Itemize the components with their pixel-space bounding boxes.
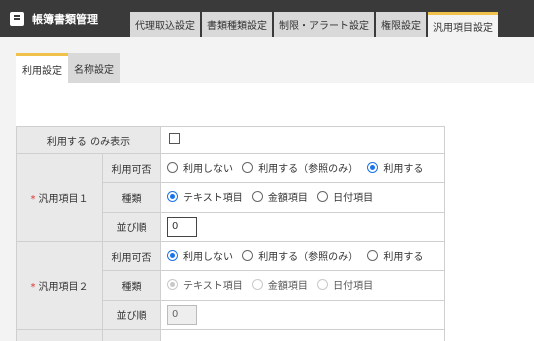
radio-icon [367,250,379,262]
book-icon [10,11,24,26]
tab-general-fields[interactable]: 汎用項目設定 [428,12,498,37]
radio-icon [242,162,254,174]
radio-icon [317,279,329,291]
item-2-usage-none[interactable]: 利用しない [167,248,233,263]
table-cell [160,329,445,341]
radio-icon [167,279,178,291]
radio-icon [167,162,178,174]
item-1-usage-none[interactable]: 利用しない [167,160,233,175]
radio-icon [167,250,178,262]
item-1-label: 汎用項目１ [38,194,89,205]
radio-icon [251,191,263,203]
settings-table: 利用する のみ表示 * 汎用項目１ 利用可否 利用しない 利用する（参照のみ） 利… [16,126,445,341]
item-1-type-amount[interactable]: 金額項目 [251,189,308,205]
item-1-type-date[interactable]: 日付項目 [317,189,373,204]
radio-icon [242,250,254,262]
usage-label: 利用可否 [102,240,161,272]
usage-label-partial [102,329,161,341]
sub-tabs: 利用設定 名称設定 [16,53,120,83]
item-label-cell: * 汎用項目１ [16,153,103,242]
subtab-usage[interactable]: 利用設定 [16,53,68,83]
usage-options-cell: 利用しない 利用する（参照のみ） 利用する [160,240,445,272]
tab-proxy-import[interactable]: 代理取込設定 [130,12,200,37]
table-row: * 汎用項目１ 利用可否 利用しない 利用する（参照のみ） 利用する [16,152,445,242]
item-2-type-date[interactable]: 日付項目 [317,277,373,292]
radio-label: 金額項目 [267,281,308,293]
radio-label: 日付項目 [333,281,374,293]
tab-label: 書類種類設定 [207,21,267,32]
type-options-cell: テキスト項目 金額項目 日付項目 [160,270,445,301]
subtab-naming[interactable]: 名称設定 [68,53,120,83]
item-1-type-text[interactable]: テキスト項目 [167,189,243,204]
tab-limits-alerts[interactable]: 制限・アラート設定 [274,12,374,37]
radio-label: 日付項目 [333,193,374,205]
item-label-cell [16,329,103,341]
radio-label: 利用する（参照のみ） [258,164,359,176]
radio-icon [317,191,329,203]
radio-label: 利用する（参照のみ） [258,252,359,264]
item-2-usage-readonly[interactable]: 利用する（参照のみ） [242,248,358,263]
tab-label: 制限・アラート設定 [279,21,369,32]
type-label: 種類 [102,182,161,213]
item-2-label: 汎用項目２ [38,282,89,293]
type-options-cell: テキスト項目 金額項目 日付項目 [160,182,445,213]
tab-permissions[interactable]: 権限設定 [376,12,426,37]
radio-label: 金額項目 [267,193,308,205]
item-label-cell: * 汎用項目２ [16,241,103,330]
radio-icon [367,162,379,174]
usage-options-cell: 利用しない 利用する（参照のみ） 利用する [160,152,445,184]
main-tabs: 代理取込設定 書類種類設定 制限・アラート設定 権限設定 汎用項目設定 [130,12,500,37]
item-1-usage-use[interactable]: 利用する [367,160,423,175]
required-mark: * [30,282,36,293]
required-mark: * [30,194,36,205]
radio-label: テキスト項目 [183,193,243,205]
item-1-order-input[interactable]: 0 [167,216,197,237]
radio-label: 利用しない [183,252,233,264]
usage-label: 利用可否 [102,152,161,184]
table-cell [160,126,445,154]
show-only-label: 利用する のみ表示 [16,126,161,154]
item-2-type-text[interactable]: テキスト項目 [167,277,243,292]
item-2-type-amount[interactable]: 金額項目 [251,277,308,293]
radio-icon [251,279,263,291]
order-label: 並び順 [102,299,161,331]
tab-label: 汎用項目設定 [433,22,493,34]
radio-label: 利用する [383,252,424,264]
order-cell: 0 [160,211,445,243]
radio-label: 利用しない [183,164,233,176]
item-2-order-input[interactable]: 0 [167,304,197,325]
show-only-checkbox[interactable] [169,133,180,144]
table-row: 利用する のみ表示 [16,126,445,154]
radio-label: 利用する [383,164,424,176]
table-row: * 汎用項目２ 利用可否 利用しない 利用する（参照のみ） 利用する [16,240,445,330]
tab-label: 権限設定 [381,21,421,32]
item-2-usage-use[interactable]: 利用する [367,248,423,263]
tab-label: 代理取込設定 [135,21,195,32]
app-title: 帳簿書類管理 [10,0,98,37]
order-label: 並び順 [102,211,161,243]
table-row [16,329,445,341]
type-label: 種類 [102,270,161,301]
subtab-label: 利用設定 [22,66,62,77]
top-header: 帳簿書類管理 代理取込設定 書類種類設定 制限・アラート設定 権限設定 汎用項目… [0,0,534,37]
radio-icon [167,191,178,203]
item-1-usage-readonly[interactable]: 利用する（参照のみ） [242,160,358,175]
tab-document-types[interactable]: 書類種類設定 [202,12,272,37]
order-cell: 0 [160,299,445,331]
subtab-label: 名称設定 [74,64,114,76]
radio-label: テキスト項目 [183,281,243,293]
app-title-text: 帳簿書類管理 [32,12,98,26]
